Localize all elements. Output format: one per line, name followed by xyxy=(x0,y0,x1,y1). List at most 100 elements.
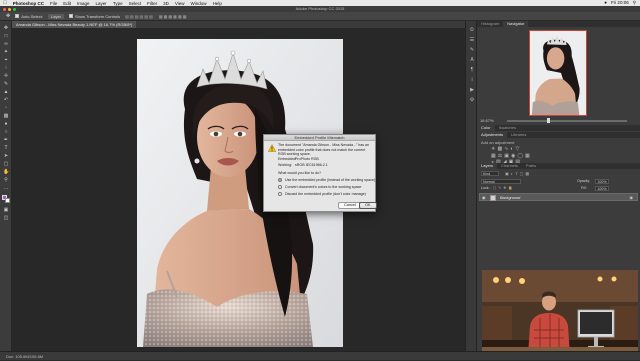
tab-color[interactable]: Color xyxy=(477,125,495,131)
ok-button[interactable]: OK xyxy=(359,202,377,209)
radio-discard[interactable] xyxy=(278,192,282,197)
brush-tool-icon[interactable]: ✎ xyxy=(3,81,9,87)
shape-tool-icon[interactable]: ▢ xyxy=(3,161,9,167)
option-discard[interactable]: Discard the embedded profile (don't colo… xyxy=(278,192,366,197)
brush-panel-icon[interactable]: ✎ xyxy=(469,47,475,53)
window-zoom-icon[interactable] xyxy=(13,7,16,11)
screen-mode-icon[interactable]: ◫ xyxy=(3,215,9,221)
menu-type[interactable]: Type xyxy=(110,1,126,6)
menu-select[interactable]: Select xyxy=(126,1,145,6)
option-use-embedded[interactable]: Use the embedded profile (instead of the… xyxy=(278,178,375,183)
layer-thumbnail[interactable] xyxy=(490,195,496,201)
color-lookup-icon[interactable]: ▦ xyxy=(525,153,532,159)
type-tool-icon[interactable]: T xyxy=(3,145,9,151)
bw-icon[interactable]: ▣ xyxy=(504,153,511,159)
history-brush-tool-icon[interactable]: ↶ xyxy=(3,97,9,103)
document-tab[interactable]: Amanda Gibson - Miss Nevada Beauty 1.NEF… xyxy=(12,21,137,28)
layer-visibility-icon[interactable]: ◉ xyxy=(482,195,486,200)
tab-libraries[interactable]: Libraries xyxy=(507,132,530,138)
pen-tool-icon[interactable]: ✒ xyxy=(3,137,9,143)
tab-paths[interactable]: Paths xyxy=(522,163,540,169)
paragraph-icon[interactable]: ¶ xyxy=(469,67,475,73)
vibrance-icon[interactable]: ▽ xyxy=(515,146,521,152)
tab-swatches[interactable]: Swatches xyxy=(495,125,520,131)
show-transform-checkbox[interactable]: Show Transform Controls xyxy=(69,14,120,19)
menu-layer[interactable]: Layer xyxy=(93,1,110,6)
working-label: Working: xyxy=(278,163,293,167)
move-tool-icon[interactable]: ✥ xyxy=(3,25,9,31)
layer-row[interactable]: ◉ Background ◉ xyxy=(479,193,638,201)
menu-image[interactable]: Image xyxy=(74,1,93,6)
actions-icon[interactable]: ▶ xyxy=(469,87,475,93)
menu-window[interactable]: Window xyxy=(188,1,210,6)
gradient-tool-icon[interactable]: ▩ xyxy=(3,113,9,119)
layer-select-dropdown[interactable]: Layer xyxy=(48,13,65,19)
hand-tool-icon[interactable]: ✋ xyxy=(3,169,9,175)
menu-view[interactable]: View xyxy=(172,1,188,6)
blend-mode-dropdown[interactable]: Normal xyxy=(481,179,521,184)
tool-presets-icon[interactable]: ⚙ xyxy=(469,97,475,103)
adjustments-hint: Add an adjustment xyxy=(481,140,515,145)
hue-sat-icon[interactable]: ▦ xyxy=(491,153,498,159)
tab-navigator[interactable]: Navigator xyxy=(503,21,529,27)
layer-filter-kind[interactable]: Kind xyxy=(481,171,499,176)
menu-filter[interactable]: Filter xyxy=(144,1,160,6)
eraser-tool-icon[interactable]: ▫ xyxy=(3,105,9,111)
background-color-swatch[interactable] xyxy=(5,198,10,203)
clone-stamp-tool-icon[interactable]: ▲ xyxy=(3,89,9,95)
navigator-thumbnail[interactable] xyxy=(529,30,587,116)
tab-layers[interactable]: Layers xyxy=(477,163,498,169)
color-panel-tabs: Color Swatches xyxy=(477,125,640,131)
blur-tool-icon[interactable]: ● xyxy=(3,121,9,127)
dodge-tool-icon[interactable]: ○ xyxy=(3,129,9,135)
lasso-tool-icon[interactable]: ∞ xyxy=(3,41,9,47)
healing-tool-icon[interactable]: ✛ xyxy=(3,73,9,79)
quick-mask-icon[interactable]: ▣ xyxy=(3,207,9,213)
character-icon[interactable]: A xyxy=(469,57,475,63)
option-convert[interactable]: Convert document's colors to the working… xyxy=(278,185,361,190)
more-tools-icon[interactable]: … xyxy=(3,185,9,191)
navigator-preview xyxy=(530,31,586,115)
menu-file[interactable]: File xyxy=(47,1,60,6)
dialog-question: What would you like to do? xyxy=(278,171,321,175)
radio-convert[interactable] xyxy=(278,185,282,190)
distribute-icons[interactable]: ▦▦▦▦▦▦ xyxy=(159,14,188,19)
zoom-slider-handle[interactable] xyxy=(547,118,550,123)
tab-histogram[interactable]: Histogram xyxy=(477,21,503,27)
working-profile-row: Working: sRGB IEC61966-2.1 xyxy=(278,163,328,167)
zoom-tool-icon[interactable]: ⚲ xyxy=(3,177,9,183)
tab-channels[interactable]: Channels xyxy=(497,163,522,169)
lock-icons[interactable]: ▢✎✥🔒 xyxy=(493,186,515,190)
history-icon[interactable]: ⏲ xyxy=(469,27,475,33)
options-bar: ✥ Auto-Select: Layer Show Transform Cont… xyxy=(0,12,640,21)
fill-label: Fill: xyxy=(581,186,587,190)
layer-filter-icons[interactable]: ▣◐T▢▩ xyxy=(505,171,531,176)
opacity-field[interactable]: 100% xyxy=(595,179,609,184)
zoom-value[interactable]: 16.67% xyxy=(480,118,494,123)
fill-field[interactable]: 100% xyxy=(595,186,609,191)
quick-select-tool-icon[interactable]: ✦ xyxy=(3,49,9,55)
menu-edit[interactable]: Edit xyxy=(60,1,74,6)
move-tool-icon[interactable]: ✥ xyxy=(6,13,10,19)
window-minimize-icon[interactable] xyxy=(8,7,11,11)
crop-tool-icon[interactable]: ⌖ xyxy=(3,57,9,63)
layers-panel-tabs: Layers Channels Paths xyxy=(477,163,640,169)
menu-3d[interactable]: 3D xyxy=(160,1,172,6)
window-close-icon[interactable] xyxy=(3,7,6,11)
properties-icon[interactable]: ☰ xyxy=(469,37,475,43)
auto-select-checkbox[interactable]: Auto-Select: xyxy=(15,14,43,19)
tab-adjustments[interactable]: Adjustments xyxy=(477,132,508,138)
channel-mixer-icon[interactable]: ◯ xyxy=(517,153,525,159)
info-icon[interactable]: i xyxy=(469,77,475,83)
menu-help[interactable]: Help xyxy=(210,1,225,6)
radio-use-embedded[interactable] xyxy=(278,178,282,183)
warning-icon xyxy=(268,144,276,152)
lock-label: Lock: xyxy=(481,186,490,190)
zoom-slider[interactable] xyxy=(507,118,627,123)
menu-app-name[interactable]: Photoshop CC xyxy=(10,1,47,6)
align-icons[interactable]: ▤▤▤▤▤▤ xyxy=(125,14,154,19)
embedded-label: Embedded: xyxy=(278,157,297,161)
eyedropper-tool-icon[interactable]: ⁝ xyxy=(3,65,9,71)
marquee-tool-icon[interactable]: □ xyxy=(3,33,9,39)
path-select-tool-icon[interactable]: ➤ xyxy=(3,153,9,159)
